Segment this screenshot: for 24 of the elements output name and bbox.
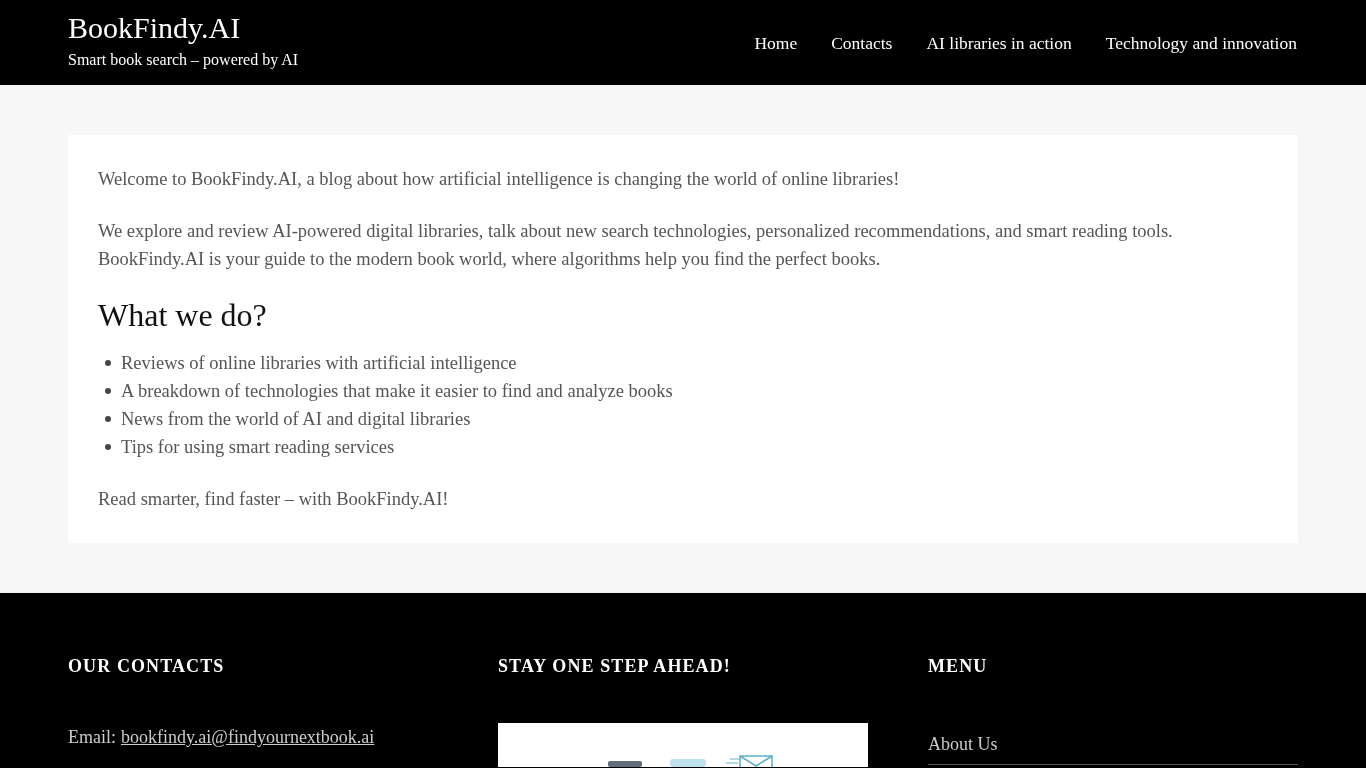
site-title[interactable]: BookFindy.AI bbox=[68, 9, 241, 46]
nav-link[interactable]: Technology and innovation bbox=[1088, 30, 1314, 55]
footer-heading: MENU bbox=[928, 655, 988, 678]
list-item: Tips for using smart reading services bbox=[121, 436, 395, 459]
nav-link[interactable]: AI libraries in action bbox=[909, 30, 1089, 55]
footer-heading: OUR CONTACTS bbox=[68, 655, 225, 678]
footer-heading: STAY ONE STEP AHEAD! bbox=[498, 655, 731, 678]
intro-paragraph: Welcome to BookFindy.AI, a blog about how artificial intelligence is changing the world of online libraries! bbox=[98, 168, 901, 191]
list-item: News from the world of AI and digital libraries bbox=[121, 408, 471, 431]
nav-link[interactable]: Home bbox=[737, 30, 815, 55]
bullet-icon bbox=[105, 416, 111, 422]
nav-link[interactable]: Contacts bbox=[814, 30, 910, 55]
closing-paragraph: Read smarter, find faster – with BookFindy.AI! bbox=[98, 488, 450, 511]
email-label: Email: bbox=[68, 726, 116, 749]
bullet-icon bbox=[105, 388, 111, 394]
list-item: A breakdown of technologies that make it easier to find and analyze books bbox=[121, 380, 673, 403]
bullet-icon bbox=[105, 444, 111, 450]
site-tagline: Smart book search – powered by AI bbox=[68, 49, 299, 70]
intro-paragraph: We explore and review AI-powered digital libraries, talk about new search technologies, personalized recommendations, and smart reading tools. BookFindy.AI is your guide to the modern book world, where algorithms help you find the perfect books. bbox=[98, 220, 1174, 271]
bullet-icon bbox=[105, 360, 111, 366]
list-item: Reviews of online libraries with artificial intelligence bbox=[121, 352, 517, 375]
email-link[interactable]: bookfindy.ai@findyournextbook.ai bbox=[121, 723, 375, 751]
section-heading: What we do? bbox=[98, 297, 268, 333]
footer-menu-link[interactable]: About Us bbox=[928, 723, 1298, 765]
